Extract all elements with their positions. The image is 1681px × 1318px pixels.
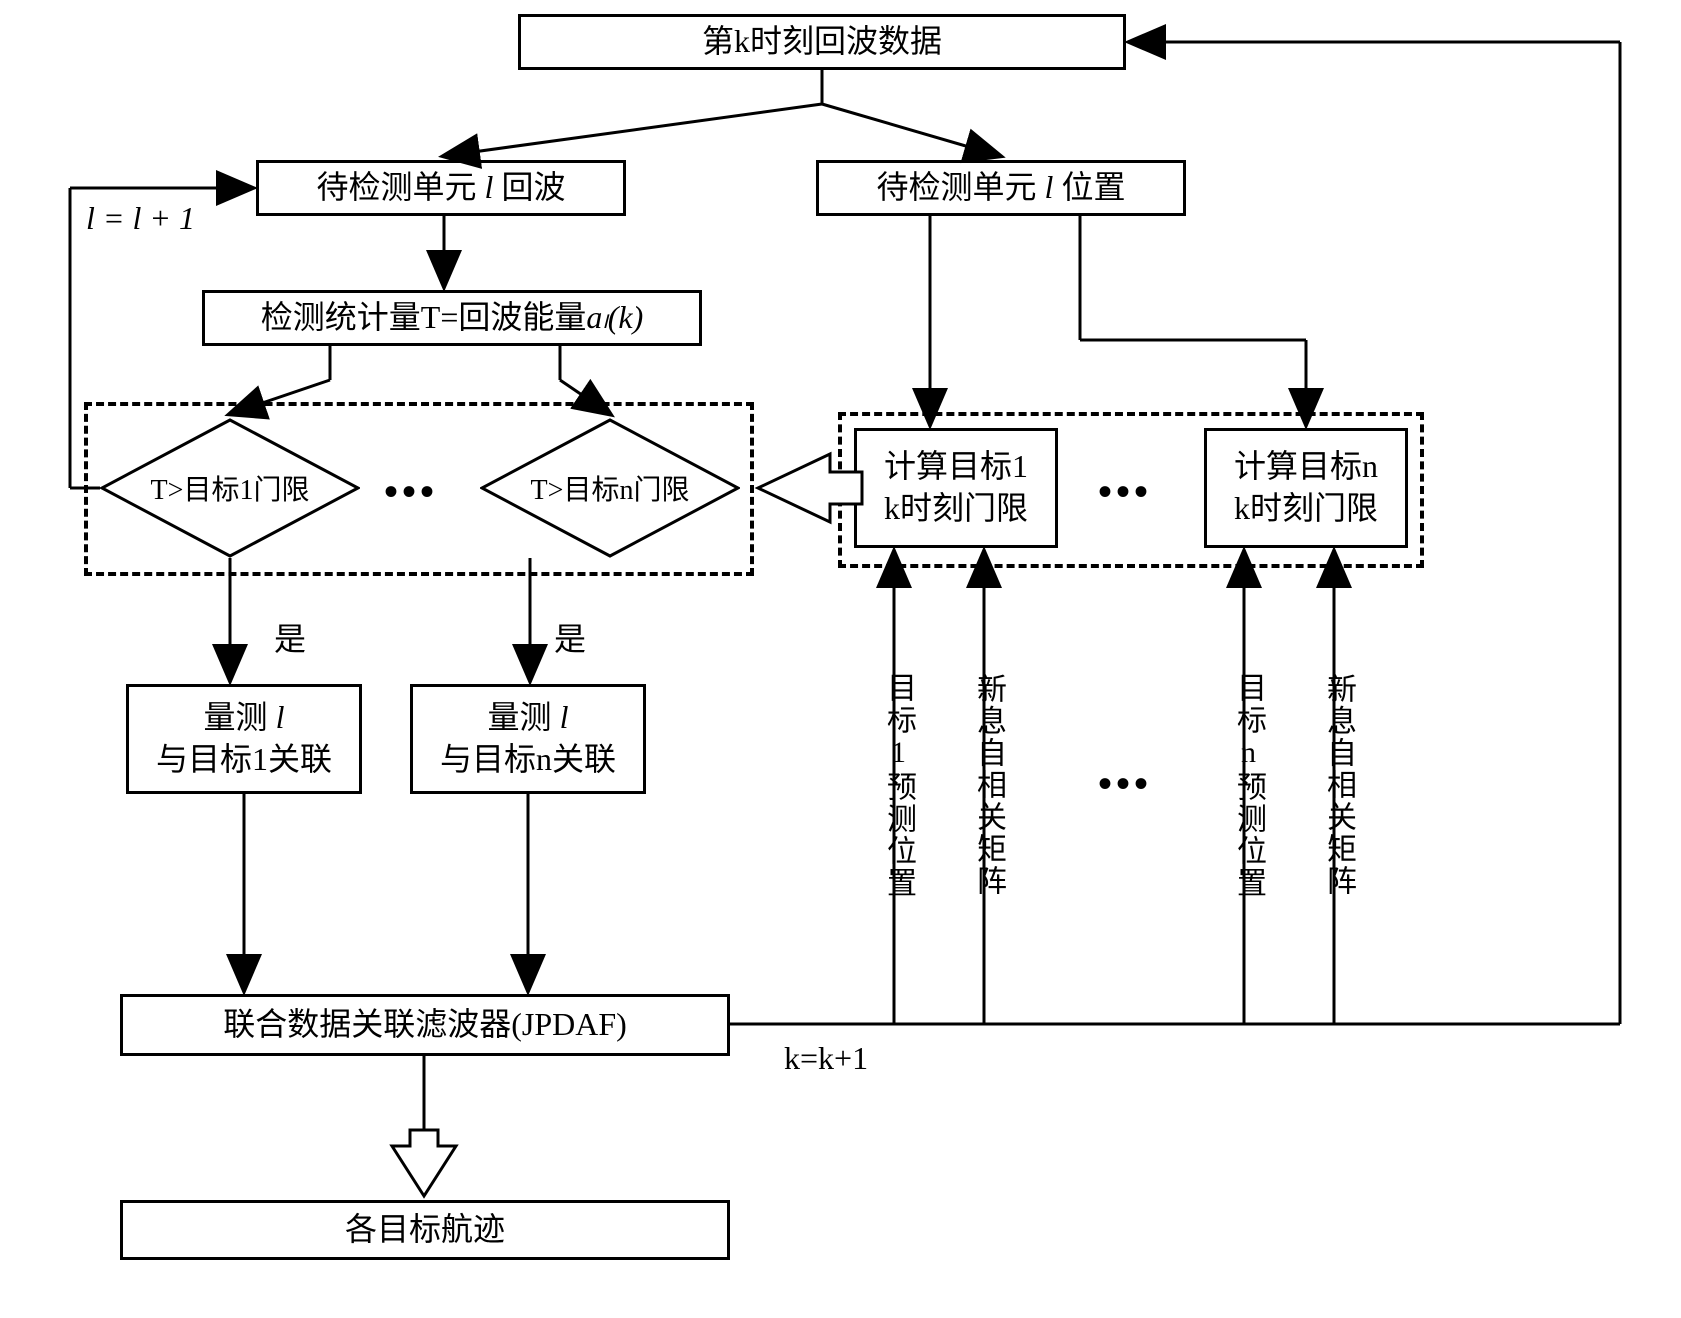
statistic-label: 检测统计量T=回波能量aₗ(k) — [261, 297, 643, 339]
decision-target1-label: T>目标1门限 — [100, 468, 360, 508]
vlabel-target1-pos: 目标1预测位置 — [876, 630, 920, 940]
yes1-label: 是 — [274, 614, 306, 660]
echo-data-box: 第k时刻回波数据 — [518, 14, 1126, 70]
unit-position-box: 待检测单元 l 位置 — [816, 160, 1186, 216]
unit-position-label: 待检测单元 l 位置 — [877, 167, 1126, 209]
tracks-label: 各目标航迹 — [345, 1209, 505, 1251]
tracks-box: 各目标航迹 — [120, 1200, 730, 1260]
statistic-box: 检测统计量T=回波能量aₗ(k) — [202, 290, 702, 346]
diamond-dots: ••• — [384, 468, 438, 515]
unit-echo-label: 待检测单元 l 回波 — [317, 167, 566, 209]
vlabel-targetn-pos: 目标n预测位置 — [1226, 630, 1270, 940]
assocn-l2: 与目标n关联 — [440, 739, 616, 781]
calc-target1-l2: k时刻门限 — [884, 488, 1028, 530]
calc-target1-box: 计算目标1 k时刻门限 — [854, 428, 1058, 548]
k-increment-label: k=k+1 — [784, 1040, 868, 1077]
calc-targetn-box: 计算目标n k时刻门限 — [1204, 428, 1408, 548]
calc-targetn-l1: 计算目标n — [1234, 446, 1378, 488]
l-increment-label: l = l + 1 — [86, 200, 195, 237]
assocn-l1: 量测 l — [488, 697, 569, 739]
calc-dots: ••• — [1098, 468, 1152, 515]
assoc-targetn-box: 量测 l 与目标n关联 — [410, 684, 646, 794]
vlabel-innov1: 新息自相关矩阵 — [966, 630, 1010, 940]
assoc1-l2: 与目标1关联 — [156, 739, 332, 781]
vlabel-innovn: 新息自相关矩阵 — [1316, 630, 1360, 940]
unit-echo-box: 待检测单元 l 回波 — [256, 160, 626, 216]
jpdaf-label: 联合数据关联滤波器(JPDAF) — [223, 1004, 627, 1046]
vlabel-dots: ••• — [1098, 760, 1152, 807]
calc-targetn-l2: k时刻门限 — [1234, 488, 1378, 530]
echo-data-label: 第k时刻回波数据 — [702, 21, 942, 63]
assoc-target1-box: 量测 l 与目标1关联 — [126, 684, 362, 794]
calc-target1-l1: 计算目标1 — [884, 446, 1028, 488]
jpdaf-box: 联合数据关联滤波器(JPDAF) — [120, 994, 730, 1056]
assoc1-l1: 量测 l — [204, 697, 285, 739]
decision-targetn-label: T>目标n门限 — [480, 468, 740, 508]
decision-targetn: T>目标n门限 — [480, 418, 740, 558]
yesn-label: 是 — [554, 614, 586, 660]
decision-target1: T>目标1门限 — [100, 418, 360, 558]
